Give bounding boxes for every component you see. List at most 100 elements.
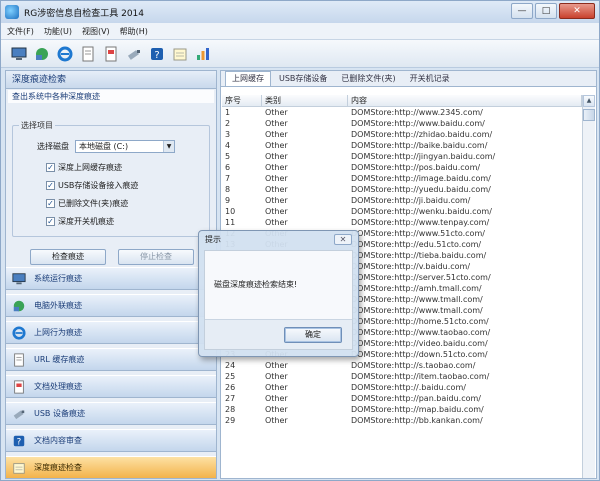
checkbox-checked-icon: ✓ bbox=[46, 181, 55, 190]
cell-category: Other bbox=[265, 163, 288, 172]
tab-power-records[interactable]: 开关机记录 bbox=[404, 72, 456, 86]
ie-icon[interactable] bbox=[55, 44, 74, 63]
cell-category: Other bbox=[265, 405, 288, 414]
menu-file[interactable]: 文件(F) bbox=[7, 26, 34, 37]
table-row[interactable]: 28 Other DOMStore:http://map.baidu.com/ bbox=[222, 404, 582, 415]
cell-category: Other bbox=[265, 152, 288, 161]
cell-index: 2 bbox=[225, 119, 231, 128]
nav-deep-trace-check[interactable]: 深度痕迹检查 bbox=[6, 456, 216, 479]
notepad-icon[interactable] bbox=[170, 44, 189, 63]
table-row[interactable]: 3 Other DOMStore:http://zhidao.baidu.com/ bbox=[222, 129, 582, 140]
cell-category: Other bbox=[265, 119, 288, 128]
document-icon[interactable] bbox=[78, 44, 97, 63]
table-row[interactable]: 7 Other DOMStore:http://image.baidu.com/ bbox=[222, 173, 582, 184]
table-row[interactable]: 8 Other DOMStore:http://yuedu.baidu.com/ bbox=[222, 184, 582, 195]
nav-list: 系统运行痕迹 电脑外联痕迹 上网行为痕迹 URL 缓存痕迹 文档处理痕迹 USB… bbox=[6, 267, 216, 481]
nav-usb-device[interactable]: USB 设备痕迹 bbox=[6, 402, 216, 425]
dialog-close-button[interactable]: ✕ bbox=[334, 234, 352, 245]
nav-external-link[interactable]: 电脑外联痕迹 bbox=[6, 294, 216, 317]
document-icon bbox=[12, 352, 26, 367]
nav-label: 上网行为痕迹 bbox=[34, 328, 82, 337]
cell-index: 3 bbox=[225, 130, 231, 139]
menu-function[interactable]: 功能(U) bbox=[44, 26, 72, 37]
check-usb-label: USB存储设备接入痕迹 bbox=[58, 181, 139, 190]
scroll-thumb[interactable] bbox=[583, 109, 595, 121]
help-icon[interactable]: ? bbox=[147, 44, 166, 63]
cell-content: DOMStore:http://bb.kankan.com/ bbox=[351, 416, 483, 425]
table-row[interactable]: 4 Other DOMStore:http://baike.baidu.com/ bbox=[222, 140, 582, 151]
usb-icon[interactable] bbox=[124, 44, 143, 63]
cell-content: DOMStore:http://edu.51cto.com/ bbox=[351, 240, 482, 249]
chevron-down-icon: ▼ bbox=[163, 141, 174, 152]
table-row[interactable]: 10 Other DOMStore:http://wenku.baidu.com/ bbox=[222, 206, 582, 217]
table-row[interactable]: 29 Other DOMStore:http://bb.kankan.com/ bbox=[222, 415, 582, 426]
cell-content: DOMStore:http://home.51cto.com/ bbox=[351, 317, 489, 326]
tab-usb-storage[interactable]: USB存储设备 bbox=[273, 72, 333, 86]
check-power[interactable]: ✓ 深度开关机痕迹 bbox=[46, 216, 114, 227]
table-row[interactable]: 27 Other DOMStore:http://pan.baidu.com/ bbox=[222, 393, 582, 404]
check-deleted-label: 已删除文件(夹)痕迹 bbox=[58, 199, 129, 208]
nav-document-review[interactable]: ? 文档内容审查 bbox=[6, 429, 216, 452]
minimize-button[interactable]: — bbox=[511, 3, 533, 19]
close-button[interactable]: ✕ bbox=[559, 3, 595, 19]
check-power-label: 深度开关机痕迹 bbox=[58, 217, 114, 226]
stop-check-button[interactable]: 停止检查 bbox=[118, 249, 194, 265]
tab-web-cache[interactable]: 上网缓存 bbox=[225, 71, 271, 86]
cell-content: DOMStore:http://www.taobao.com/ bbox=[351, 328, 491, 337]
drive-select[interactable]: 本地磁盘 (C:) ▼ bbox=[75, 140, 175, 153]
table-row[interactable]: 6 Other DOMStore:http://pos.baidu.com/ bbox=[222, 162, 582, 173]
network-icon[interactable] bbox=[32, 44, 51, 63]
nav-label: URL 缓存痕迹 bbox=[34, 355, 85, 364]
cell-category: Other bbox=[265, 394, 288, 403]
table-row[interactable]: 2 Other DOMStore:http://www.baidu.com/ bbox=[222, 118, 582, 129]
cell-content: DOMStore:http://zhidao.baidu.com/ bbox=[351, 130, 493, 139]
cell-content: DOMStore:http://down.51cto.com/ bbox=[351, 350, 488, 359]
monitor-icon[interactable] bbox=[9, 44, 28, 63]
check-usb[interactable]: ✓ USB存储设备接入痕迹 bbox=[46, 180, 138, 191]
ok-button[interactable]: 确定 bbox=[284, 327, 342, 343]
table-row[interactable]: 11 Other DOMStore:http://www.tenpay.com/ bbox=[222, 217, 582, 228]
dialog-body: 磁盘深度痕迹检索结束! 确定 bbox=[204, 250, 353, 350]
table-row[interactable]: 25 Other DOMStore:http://item.taobao.com/ bbox=[222, 371, 582, 382]
maximize-button[interactable]: □ bbox=[535, 3, 557, 19]
table-row[interactable]: 26 Other DOMStore:http://.baidu.com/ bbox=[222, 382, 582, 393]
nav-label: 文档内容审查 bbox=[34, 436, 82, 445]
cell-index: 6 bbox=[225, 163, 231, 172]
app-logo-icon bbox=[5, 5, 19, 19]
vertical-scrollbar[interactable]: ▲ bbox=[582, 95, 595, 478]
table-row[interactable]: 5 Other DOMStore:http://jingyan.baidu.com/ bbox=[222, 151, 582, 162]
cell-index: 10 bbox=[225, 207, 236, 216]
menu-view[interactable]: 视图(V) bbox=[82, 26, 110, 37]
nav-web-behavior[interactable]: 上网行为痕迹 bbox=[6, 321, 216, 344]
nav-label: 系统运行痕迹 bbox=[34, 274, 82, 283]
table-row[interactable]: 1 Other DOMStore:http://www.2345.com/ bbox=[222, 107, 582, 118]
check-cache[interactable]: ✓ 深度上网缓存痕迹 bbox=[46, 162, 122, 173]
cell-content: DOMStore:http://video.baidu.com/ bbox=[351, 339, 488, 348]
check-traces-button[interactable]: 检查痕迹 bbox=[30, 249, 106, 265]
usb-icon bbox=[12, 407, 26, 421]
svg-text:?: ? bbox=[17, 437, 22, 447]
help-icon: ? bbox=[12, 434, 26, 448]
chart-icon[interactable] bbox=[193, 44, 212, 63]
cell-content: DOMStore:http://s.taobao.com/ bbox=[351, 361, 476, 370]
table-row[interactable]: 24 Other DOMStore:http://s.taobao.com/ bbox=[222, 360, 582, 371]
column-header-category[interactable]: 类别 bbox=[262, 95, 348, 106]
menu-help[interactable]: 帮助(H) bbox=[120, 26, 148, 37]
cell-index: 28 bbox=[225, 405, 236, 414]
nav-document-processing[interactable]: 文档处理痕迹 bbox=[6, 375, 216, 398]
tab-deleted-files[interactable]: 已删除文件(夹) bbox=[335, 72, 401, 86]
table-row[interactable]: 9 Other DOMStore:http://ji.baidu.com/ bbox=[222, 195, 582, 206]
cell-content: DOMStore:http://www.51cto.com/ bbox=[351, 229, 485, 238]
column-header-content[interactable]: 内容 bbox=[348, 95, 582, 106]
checkbox-checked-icon: ✓ bbox=[46, 199, 55, 208]
check-deleted[interactable]: ✓ 已删除文件(夹)痕迹 bbox=[46, 198, 128, 209]
nav-url-cache[interactable]: URL 缓存痕迹 bbox=[6, 348, 216, 371]
checkbox-checked-icon: ✓ bbox=[46, 217, 55, 226]
column-header-index[interactable]: 序号 bbox=[222, 95, 262, 106]
window-title: RG涉密信息自检查工具 2014 bbox=[24, 8, 144, 19]
scroll-up-icon[interactable]: ▲ bbox=[583, 95, 595, 107]
cell-category: Other bbox=[265, 383, 288, 392]
nav-system-run[interactable]: 系统运行痕迹 bbox=[6, 267, 216, 290]
nav-label: 电脑外联痕迹 bbox=[34, 301, 82, 310]
file-icon[interactable] bbox=[101, 44, 120, 63]
